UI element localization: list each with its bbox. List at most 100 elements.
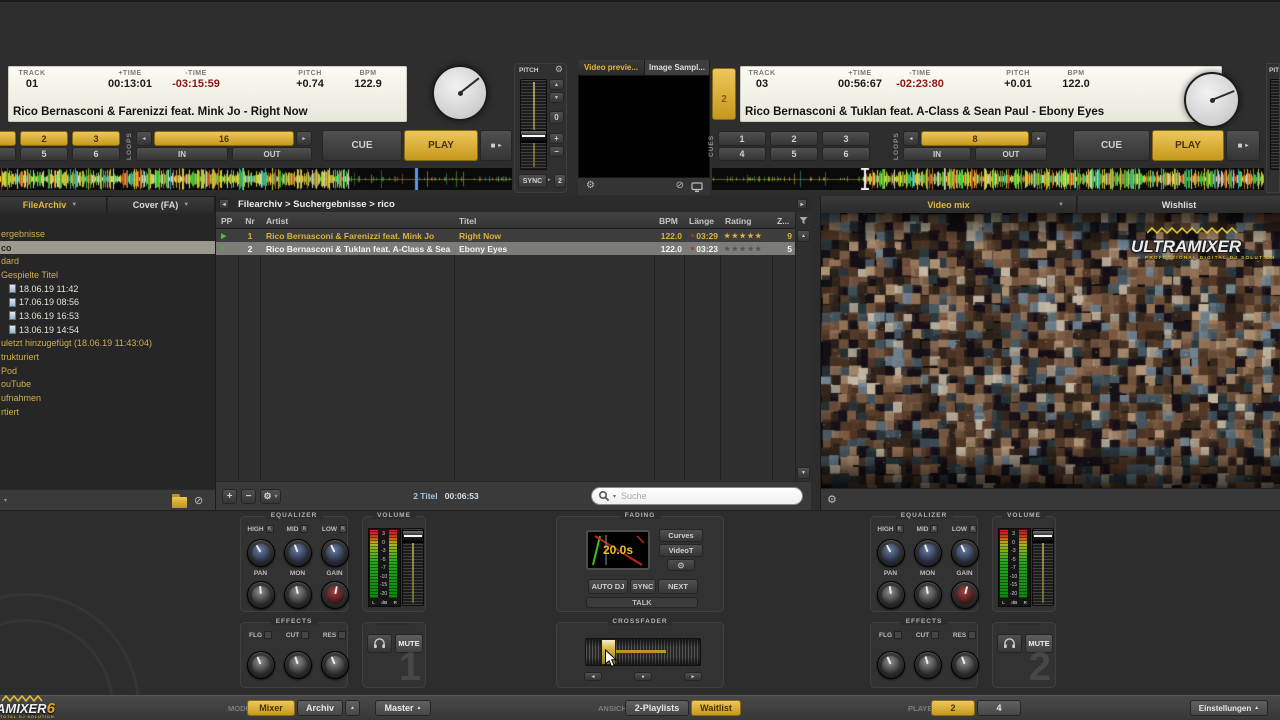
deck1-loop-length-button[interactable]: 16 (154, 131, 294, 146)
filter-funnel-icon[interactable] (799, 216, 808, 225)
modus-expand-button[interactable]: ▲ (345, 700, 360, 716)
fullscreen-monitor-icon[interactable] (691, 182, 704, 193)
column-laenge[interactable]: Länge (689, 212, 714, 229)
player-4-button[interactable]: 4 (977, 700, 1021, 716)
deck2-cue3-button[interactable]: 3 (822, 131, 870, 146)
flg-enable-checkbox[interactable] (894, 631, 902, 639)
deck1-cue5-button[interactable]: 5 (20, 147, 68, 161)
kill-button[interactable]: K (930, 525, 938, 533)
deck1-loop-in-button[interactable]: IN (136, 147, 228, 161)
deck1-loop-right-button[interactable]: ► (296, 131, 312, 146)
view-waitlist-button[interactable]: Waitlist (691, 700, 741, 716)
deck2-loop-out-button[interactable]: OUT (975, 147, 1047, 161)
pitch-gear-icon[interactable]: ⚙ (555, 64, 563, 75)
breadcrumb-forward-button[interactable]: ▸ (797, 199, 807, 209)
eq-mid-knob[interactable] (284, 539, 312, 567)
scroll-down-button[interactable]: ▼ (797, 467, 810, 479)
deck2-jog-wheel[interactable] (1184, 72, 1240, 128)
deck2-stop-button[interactable]: ■ ▸ (1226, 130, 1260, 161)
volume-fader-handle[interactable] (1032, 530, 1054, 543)
deck1-stop-button[interactable]: ■ ▸ (480, 130, 512, 161)
deck2-loop-left-button[interactable]: ◄ (903, 131, 919, 146)
deck2-cue-button[interactable]: CUE (1073, 130, 1150, 161)
talk-button[interactable]: TALK (586, 597, 698, 608)
sidebar-item[interactable]: dard (0, 254, 215, 268)
deck2-pitch-fader[interactable] (1270, 79, 1280, 170)
crossfader-track[interactable] (585, 638, 701, 666)
deck1-cue-button[interactable]: CUE (322, 130, 402, 161)
deck1-loop-out-button[interactable]: OUT (232, 147, 312, 161)
pitch-up-button[interactable]: ▲ (549, 79, 564, 90)
kill-button[interactable]: K (300, 525, 308, 533)
table-row[interactable]: ■ 2 Rico Bernasconi & Tuklan feat. A-Cla… (216, 242, 795, 255)
video-disable-icon[interactable]: ⊘ (676, 180, 684, 191)
cut-enable-checkbox[interactable] (301, 631, 309, 639)
sidebar-item[interactable]: ufnahmen (0, 391, 215, 405)
deck1-pitch-fader[interactable] (520, 79, 547, 170)
tab-image-sampler[interactable]: Image Sampl... (645, 60, 710, 75)
tab-video-mix[interactable]: Video mix ▼ (821, 196, 1077, 213)
cell-rating[interactable]: ★★★★★ (724, 242, 770, 255)
sidebar-item[interactable]: rtiert (0, 405, 215, 419)
res-enable-checkbox[interactable] (338, 631, 346, 639)
flg-enable-checkbox[interactable] (264, 631, 272, 639)
sidebar-tab-filearchiv[interactable]: FileArchiv ▼ (0, 197, 107, 213)
deck2-play-button[interactable]: PLAY (1152, 130, 1224, 161)
deck1-jog-wheel[interactable] (432, 65, 488, 121)
gain-knob[interactable] (321, 581, 349, 609)
sidebar-item[interactable]: Gespielte Titel (0, 268, 215, 282)
volume-fader[interactable] (402, 528, 424, 606)
sidebar-item[interactable]: co (0, 241, 215, 255)
cut-knob[interactable] (914, 651, 942, 679)
deck1-sync-count[interactable]: 2 (554, 174, 566, 188)
deck1-cue1-button[interactable]: 1 (0, 131, 16, 146)
table-scrollbar[interactable]: ▲ ▼ (795, 212, 811, 481)
search-box[interactable]: ▾ (591, 487, 803, 505)
sidebar-item[interactable]: 13.06.19 14:54 (0, 323, 215, 337)
column-titel[interactable]: Titel (459, 212, 476, 229)
player-2-button[interactable]: 2 (931, 700, 975, 716)
pitch-down-button[interactable]: ▼ (549, 92, 564, 103)
master-button[interactable]: Master▲ (375, 700, 431, 716)
column-nr[interactable]: Nr (242, 212, 258, 229)
curves-button[interactable]: Curves (659, 529, 703, 542)
deck2-cue2-button[interactable]: 2 (770, 131, 818, 146)
tab-video-preview[interactable]: Video previe... (578, 60, 645, 75)
deck2-loop-in-button[interactable]: IN (903, 147, 971, 161)
videot-button[interactable]: VideoT (659, 544, 703, 557)
res-knob[interactable] (951, 651, 979, 679)
volume-fader[interactable] (1032, 528, 1054, 606)
mon-knob[interactable] (914, 581, 942, 609)
search-input[interactable] (619, 490, 773, 502)
view-playlists-button[interactable]: 2-Playlists (625, 700, 689, 716)
deck1-cue2-button[interactable]: 2 (20, 131, 68, 146)
open-folder-icon[interactable] (172, 497, 187, 508)
deck1-cue4-button[interactable]: 4 (0, 147, 16, 161)
pitch-plus-button[interactable]: + (549, 133, 564, 144)
sidebar-item[interactable]: 18.06.19 11:42 (0, 282, 215, 296)
scroll-up-button[interactable]: ▲ (797, 230, 810, 242)
crossfade-right-button[interactable]: ► (684, 672, 702, 681)
auto-dj-button[interactable]: AUTO DJ (588, 579, 628, 594)
remove-track-button[interactable]: − (241, 489, 256, 504)
gain-knob[interactable] (951, 581, 979, 609)
table-row[interactable]: ▶ 1 Rico Bernasconi & Farenizzi feat. Mi… (216, 229, 795, 242)
res-knob[interactable] (321, 651, 349, 679)
sidebar-tab-cover[interactable]: Cover (FA) ▼ (108, 197, 215, 213)
deck1-loop-left-button[interactable]: ◄ (136, 131, 152, 146)
eq-high-knob[interactable] (877, 539, 905, 567)
eq-mid-knob[interactable] (914, 539, 942, 567)
sidebar-item[interactable]: 17.06.19 08:56 (0, 295, 215, 309)
column-bpm[interactable]: BPM (659, 212, 678, 229)
sidebar-options-dropdown[interactable]: ▾ (4, 497, 7, 504)
column-artist[interactable]: Artist (266, 212, 288, 229)
pitch-minus-button[interactable]: − (549, 146, 564, 157)
cut-knob[interactable] (284, 651, 312, 679)
sidebar-item[interactable]: ouTube (0, 378, 215, 392)
deck2-cue6-button[interactable]: 6 (822, 147, 870, 161)
sidebar-item[interactable]: Pod (0, 364, 215, 378)
flg-knob[interactable] (247, 651, 275, 679)
fade-target-button[interactable]: ⊙ (667, 559, 695, 571)
next-button[interactable]: NEXT (658, 579, 698, 594)
cut-enable-checkbox[interactable] (931, 631, 939, 639)
